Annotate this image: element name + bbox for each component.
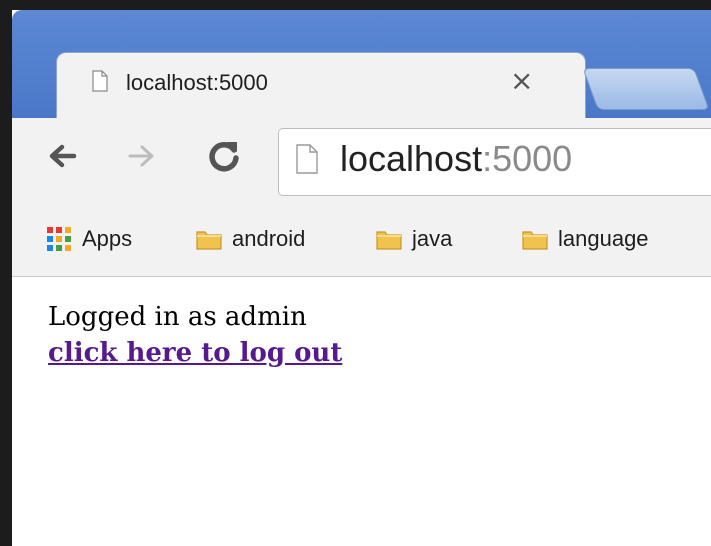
bookmark-java[interactable]: java <box>376 222 452 256</box>
address-text[interactable]: localhost:5000 <box>340 138 572 180</box>
bookmark-label: java <box>412 226 453 251</box>
new-tab-button[interactable] <box>582 68 710 110</box>
page-icon <box>92 70 108 92</box>
tab-title: localhost:5000 <box>126 70 268 95</box>
page-icon <box>296 144 318 174</box>
tab-close-icon[interactable]: × <box>510 66 533 96</box>
back-arrow-icon[interactable] <box>46 140 78 172</box>
forward-arrow-icon[interactable] <box>126 140 158 172</box>
page-content: Logged in as admin click here to log out <box>48 300 342 372</box>
address-host: localhost <box>340 138 483 179</box>
reload-icon[interactable] <box>206 138 242 174</box>
folder-icon <box>196 231 222 250</box>
bookmark-label: android <box>232 226 306 251</box>
bookmark-language[interactable]: language <box>522 222 649 256</box>
address-port: :5000 <box>482 138 573 179</box>
window-frame-left <box>0 0 12 546</box>
apps-grid-icon <box>47 227 71 251</box>
bookmark-android[interactable]: android <box>196 222 305 256</box>
logout-link[interactable]: click here to log out <box>48 334 342 372</box>
folder-icon <box>376 231 402 250</box>
window-frame-top <box>0 0 711 10</box>
bookmark-label: Apps <box>82 226 133 251</box>
bookmark-label: language <box>558 226 649 251</box>
bookmark-apps[interactable]: Apps <box>46 222 132 256</box>
login-status-text: Logged in as admin <box>48 302 307 332</box>
folder-icon <box>522 231 548 250</box>
